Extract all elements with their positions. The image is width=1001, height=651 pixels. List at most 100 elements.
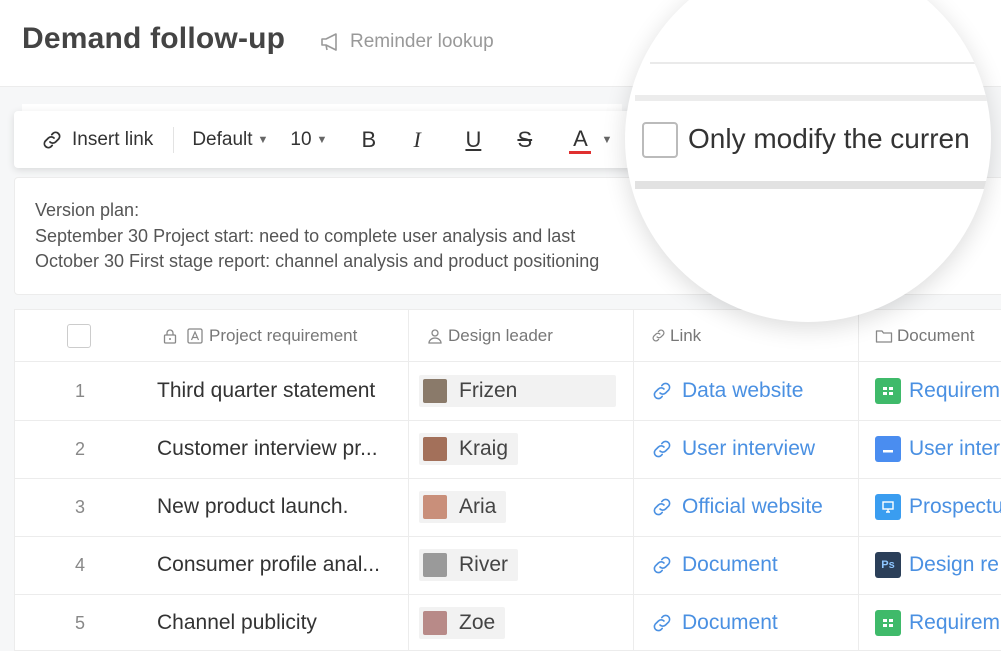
text-color-swatch [569, 150, 592, 154]
document-name[interactable]: Requirem [909, 379, 1000, 403]
link-text[interactable]: Official website [682, 495, 823, 519]
person-chip[interactable]: Zoe [419, 607, 506, 639]
text-color-button[interactable]: A ▼ [569, 126, 612, 154]
link-cell[interactable]: User interview [634, 420, 859, 478]
table-row[interactable]: 2 Customer interview pr... Kraig User inter… [15, 420, 1001, 479]
person-icon [428, 328, 442, 344]
document-cell[interactable]: User inter [859, 420, 1001, 478]
document-cell[interactable]: Requirem [859, 362, 1001, 420]
sheet-icon [875, 378, 901, 404]
person-name: Aria [459, 495, 497, 518]
link-cell[interactable]: Document [634, 536, 859, 594]
person-name: Zoe [459, 611, 496, 634]
reminder-lookup-button[interactable]: Reminder lookup [320, 31, 494, 53]
table-row[interactable]: 4 Consumer profile anal... River Document Ps… [15, 536, 1001, 595]
avatar [423, 437, 447, 461]
strikethrough-icon: S [517, 126, 533, 152]
person-chip[interactable]: Frizen [419, 375, 616, 407]
person-name: Frizen [459, 379, 518, 402]
requirement-cell[interactable]: Customer interview pr... [15, 420, 409, 478]
avatar [423, 553, 447, 577]
text-color-letter: A [573, 125, 588, 151]
document-cell[interactable]: Prospectu [859, 478, 1001, 536]
column-label: Design leader [448, 325, 553, 345]
photoshop-icon: Ps [875, 552, 901, 578]
insert-link-label: Insert link [72, 128, 154, 150]
avatar [423, 611, 447, 635]
column-header-requirement[interactable]: Project requirement [15, 310, 409, 362]
person-chip[interactable]: Aria [419, 491, 507, 523]
column-label: Document [897, 325, 975, 345]
document-name[interactable]: Requirem [909, 611, 1000, 635]
document-name[interactable]: Prospectu [909, 495, 1001, 519]
font-style-dropdown[interactable]: Default ▼ [192, 129, 268, 151]
avatar [423, 379, 447, 403]
font-style-value: Default [192, 128, 253, 150]
link-icon [653, 440, 671, 458]
column-label: Link [670, 325, 702, 345]
italic-icon: I [413, 126, 421, 152]
document-name[interactable]: User inter [909, 437, 1000, 461]
requirement-text: Channel publicity [157, 611, 317, 634]
person-name: River [459, 553, 509, 576]
magnifier-divider [635, 95, 991, 101]
person-chip[interactable]: River [419, 549, 519, 581]
document-cell[interactable]: Requirem [859, 594, 1001, 650]
note-line: Version plan: [35, 200, 140, 220]
requirement-text: New product launch. [157, 495, 349, 518]
link-text[interactable]: Data website [682, 379, 803, 403]
link-text[interactable]: Document [682, 553, 778, 577]
font-size-value: 10 [290, 128, 312, 150]
link-icon [653, 556, 671, 574]
document-name[interactable]: Design re [909, 553, 999, 577]
person-chip[interactable]: Kraig [419, 433, 519, 465]
bold-icon: B [361, 126, 377, 152]
note-line: October 30 First stage report: channel a… [35, 251, 600, 271]
requirement-cell[interactable]: Channel publicity [15, 594, 409, 650]
select-all-checkbox[interactable] [67, 324, 91, 348]
link-cell[interactable]: Document [634, 594, 859, 650]
column-label: Project requirement [209, 325, 358, 345]
doc-icon [875, 436, 901, 462]
only-modify-current-checkbox[interactable] [642, 122, 678, 158]
underline-button[interactable]: U [465, 127, 487, 153]
link-cell[interactable]: Data website [634, 362, 859, 420]
text-color-icon: A [569, 125, 592, 154]
megaphone-icon [321, 33, 337, 51]
only-modify-current-label: Only modify the curren [688, 123, 970, 154]
reminder-lookup-label: Reminder lookup [350, 31, 494, 52]
sheet-icon [875, 610, 901, 636]
document-cell[interactable]: Ps Design re [859, 536, 1001, 594]
requirement-cell[interactable]: Consumer profile anal... [15, 536, 409, 594]
leader-cell[interactable]: Frizen [409, 362, 634, 420]
link-text[interactable]: User interview [682, 437, 815, 461]
column-header-document[interactable]: Document [859, 310, 1001, 362]
link-icon [43, 131, 61, 148]
leader-cell[interactable]: Kraig [409, 420, 634, 478]
caret-down-icon: ▼ [257, 133, 269, 146]
link-text[interactable]: Document [682, 611, 778, 635]
link-icon [653, 614, 671, 632]
font-size-dropdown[interactable]: 10 ▼ [290, 129, 327, 151]
avatar [423, 495, 447, 519]
insert-link-button[interactable]: Insert link [40, 128, 153, 152]
link-cell[interactable]: Official website [634, 478, 859, 536]
requirements-table: Project requirement Design leader Link D… [14, 309, 1001, 651]
table-row[interactable]: 5 Channel publicity Zoe Document Requirem [15, 594, 1001, 650]
table-row[interactable]: 1 Third quarter statement Frizen Data websi… [15, 362, 1001, 421]
magnifier-divider [650, 62, 990, 64]
requirement-cell[interactable]: New product launch. [15, 478, 409, 536]
leader-cell[interactable]: River [409, 536, 634, 594]
strikethrough-button[interactable]: S [517, 127, 539, 153]
note-line: September 30 Project start: need to comp… [35, 226, 576, 246]
leader-cell[interactable]: Zoe [409, 594, 634, 650]
requirement-cell[interactable]: Third quarter statement [15, 362, 409, 420]
link-icon [652, 329, 665, 342]
bold-button[interactable]: B [361, 127, 383, 153]
column-header-leader[interactable]: Design leader [409, 310, 634, 362]
table-row[interactable]: 3 New product launch. Aria Official website… [15, 478, 1001, 537]
folder-icon [875, 329, 893, 343]
leader-cell[interactable]: Aria [409, 478, 634, 536]
italic-button[interactable]: I [413, 127, 435, 153]
requirement-text: Customer interview pr... [157, 437, 378, 460]
